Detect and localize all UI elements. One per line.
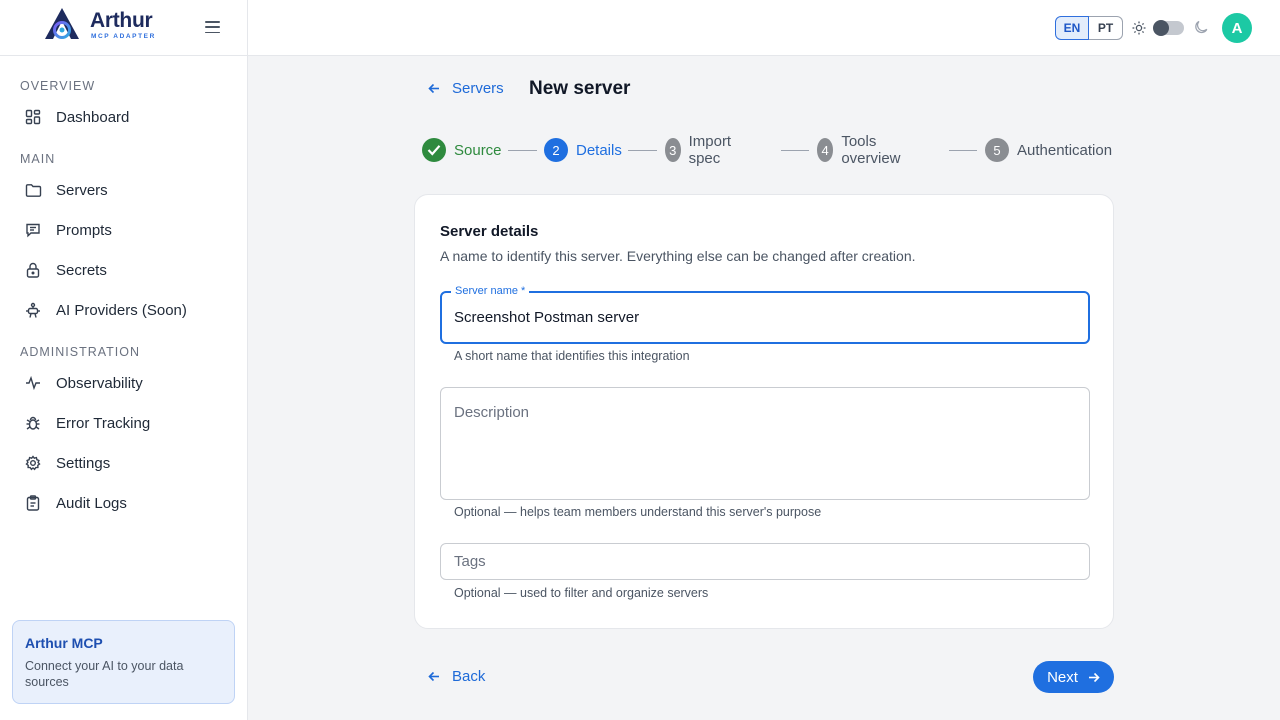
back-button-label: Back xyxy=(452,668,486,685)
step-label: Import spec xyxy=(688,133,732,167)
tags-input[interactable] xyxy=(454,553,1074,570)
sidebar-item-ai-providers[interactable]: AI Providers (Soon) xyxy=(12,293,236,327)
sidebar-item-label: Observability xyxy=(56,374,143,392)
bot-icon xyxy=(24,301,42,319)
bug-icon xyxy=(24,414,42,432)
step-connector xyxy=(628,149,657,151)
server-details-card: Server details A name to identify this s… xyxy=(414,194,1114,629)
next-button[interactable]: Next xyxy=(1033,661,1114,693)
top-bar: EN PT A xyxy=(248,0,1280,56)
arthur-logo-icon xyxy=(45,8,79,39)
step-label: Details xyxy=(576,141,622,159)
sidebar-item-label: AI Providers (Soon) xyxy=(56,301,187,319)
step-source[interactable]: Source xyxy=(422,138,502,162)
sun-icon xyxy=(1132,21,1146,35)
sidebar-item-label: Servers xyxy=(56,181,108,199)
menu-toggle-icon[interactable] xyxy=(205,21,220,34)
theme-toggle[interactable] xyxy=(1153,20,1184,36)
lock-icon xyxy=(24,261,42,279)
brand-tagline: MCP ADAPTER xyxy=(91,33,156,40)
sidebar-item-settings[interactable]: Settings xyxy=(12,446,236,480)
step-details[interactable]: 2 Details xyxy=(544,138,622,162)
tags-group: Optional — used to filter and organize s… xyxy=(440,543,1090,600)
promo-title: Arthur MCP xyxy=(25,635,103,651)
arrow-left-icon xyxy=(428,83,439,94)
language-en-button[interactable]: EN xyxy=(1055,16,1089,40)
arrow-left-icon xyxy=(428,671,439,682)
moon-icon xyxy=(1195,20,1208,34)
step-connector xyxy=(508,149,537,151)
folder-icon xyxy=(24,181,42,199)
page-title: New server xyxy=(529,78,631,99)
language-pt-button[interactable]: PT xyxy=(1089,16,1123,40)
sidebar-item-servers[interactable]: Servers xyxy=(12,173,236,207)
step-number: 3 xyxy=(665,138,681,162)
sidebar-item-error-tracking[interactable]: Error Tracking xyxy=(12,406,236,440)
back-to-servers-link[interactable]: Servers xyxy=(428,80,504,97)
description-group: Optional — helps team members understand… xyxy=(440,387,1090,519)
step-number: 4 xyxy=(817,138,834,162)
step-connector xyxy=(781,149,809,151)
card-subtitle: A name to identify this server. Everythi… xyxy=(440,248,916,264)
sidebar-item-label: Error Tracking xyxy=(56,414,151,432)
step-import-spec[interactable]: 3 Import spec xyxy=(665,133,740,167)
sidebar-item-label: Secrets xyxy=(56,261,107,279)
tags-field xyxy=(440,543,1090,580)
description-helper: Optional — helps team members understand… xyxy=(454,505,822,519)
gear-icon xyxy=(24,454,42,472)
sidebar-item-dashboard[interactable]: Dashboard xyxy=(12,100,236,134)
sidebar: Arthur MCP ADAPTER OVERVIEW Dashboard MA… xyxy=(0,0,248,720)
step-tools-overview[interactable]: 4 Tools overview xyxy=(817,133,908,167)
sidebar-item-audit-logs[interactable]: Audit Logs xyxy=(12,486,236,520)
sidebar-item-label: Audit Logs xyxy=(56,494,127,512)
description-field xyxy=(440,387,1090,500)
sidebar-item-label: Prompts xyxy=(56,221,112,239)
server-name-label: Server name * xyxy=(451,285,530,297)
server-name-helper: A short name that identifies this integr… xyxy=(454,349,690,363)
avatar[interactable]: A xyxy=(1222,13,1252,43)
description-input[interactable] xyxy=(454,404,1074,489)
next-button-label: Next xyxy=(1047,668,1078,686)
section-label-main: MAIN xyxy=(20,152,56,166)
sidebar-item-label: Settings xyxy=(56,454,111,472)
tags-helper: Optional — used to filter and organize s… xyxy=(454,586,709,600)
sidebar-item-observability[interactable]: Observability xyxy=(12,366,236,400)
section-label-overview: OVERVIEW xyxy=(20,79,96,93)
brand-name: Arthur xyxy=(90,9,153,32)
clipboard-icon xyxy=(24,494,42,512)
dashboard-icon xyxy=(24,108,42,126)
server-name-input[interactable] xyxy=(454,309,1074,326)
message-icon xyxy=(24,221,42,239)
brand-header: Arthur MCP ADAPTER xyxy=(0,0,247,56)
server-name-group: Server name * A short name that identifi… xyxy=(440,285,1090,363)
sidebar-item-label: Dashboard xyxy=(56,108,130,126)
back-link-label: Servers xyxy=(452,80,504,97)
step-connector xyxy=(949,149,977,151)
step-label: Source xyxy=(454,141,502,159)
sidebar-item-prompts[interactable]: Prompts xyxy=(12,213,236,247)
server-name-field: Server name * xyxy=(440,285,1090,344)
step-number: 5 xyxy=(985,138,1009,162)
promo-text: Connect your AI to your data sources xyxy=(25,659,184,689)
step-label: Tools overview xyxy=(841,133,901,167)
section-label-administration: ADMINISTRATION xyxy=(20,345,141,359)
step-number: 2 xyxy=(544,138,568,162)
card-title: Server details xyxy=(440,223,539,240)
step-label: Authentication xyxy=(1017,141,1113,159)
check-icon xyxy=(422,138,446,162)
sidebar-item-secrets[interactable]: Secrets xyxy=(12,253,236,287)
arrow-right-icon xyxy=(1088,672,1100,682)
step-authentication[interactable]: 5 Authentication xyxy=(985,138,1112,162)
back-button[interactable]: Back xyxy=(428,668,485,685)
language-switcher: EN PT xyxy=(1055,16,1123,40)
promo-card: Arthur MCP Connect your AI to your data … xyxy=(12,620,235,704)
activity-icon xyxy=(24,374,42,392)
